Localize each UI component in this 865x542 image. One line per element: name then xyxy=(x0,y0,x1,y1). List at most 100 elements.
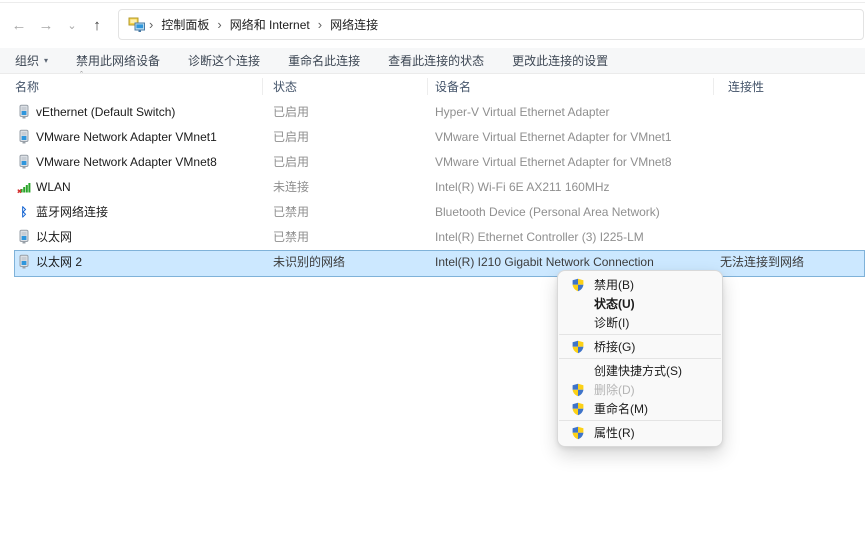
connection-row[interactable]: VMware Network Adapter VMnet1 已启用 VMware V… xyxy=(0,125,865,150)
menu-item-create-shortcut[interactable]: 创建快捷方式(S) xyxy=(558,361,722,380)
back-icon: ← xyxy=(12,17,27,34)
menu-item-label: 桥接(G) xyxy=(594,338,635,355)
connection-status: 未连接 xyxy=(273,175,309,200)
up-icon: ↑ xyxy=(93,17,101,34)
connection-status: 已启用 xyxy=(273,125,309,150)
toolbar-item-label: 组织 xyxy=(15,52,39,69)
toolbar-item-label: 查看此连接的状态 xyxy=(388,52,484,69)
network-connections-icon xyxy=(128,17,146,33)
connection-device: Hyper-V Virtual Ethernet Adapter xyxy=(435,100,610,125)
column-header-device[interactable]: 设备名 xyxy=(435,78,471,96)
uac-shield-icon xyxy=(570,401,585,416)
uac-shield-icon xyxy=(570,425,585,440)
column-divider[interactable] xyxy=(713,78,714,95)
connection-device: VMware Virtual Ethernet Adapter for VMne… xyxy=(435,125,672,150)
chevron-down-icon: ▾ xyxy=(44,56,48,65)
address-bar[interactable]: ›控制面板›网络和 Internet›网络连接 xyxy=(118,9,864,40)
menu-separator xyxy=(559,334,721,335)
menu-item-bridge[interactable]: 桥接(G) xyxy=(558,337,722,356)
ethernet-adapter-icon xyxy=(16,104,32,120)
toolbar-item-label: 重命名此连接 xyxy=(288,52,360,69)
connection-status: 已禁用 xyxy=(273,200,309,225)
breadcrumb: ›控制面板›网络和 Internet›网络连接 xyxy=(146,16,383,33)
menu-separator xyxy=(559,420,721,421)
connection-name: 蓝牙网络连接 xyxy=(36,200,108,225)
column-header-name[interactable]: 名称 xyxy=(15,78,39,96)
uac-shield-icon xyxy=(570,339,585,354)
connection-connectivity: 无法连接到网络 xyxy=(720,250,804,275)
ethernet-adapter-icon xyxy=(16,129,32,145)
connection-row[interactable]: ᛒ蓝牙网络连接 已禁用 Bluetooth Device (Personal Are… xyxy=(0,200,865,225)
command-bar: 组织 ▾ 禁用此网络设备 诊断这个连接 重命名此连接 查看此连接的状态 更改此连接的设置 xyxy=(0,48,865,74)
connection-status: 已启用 xyxy=(273,100,309,125)
connection-device: Intel(R) Wi-Fi 6E AX211 160MHz xyxy=(435,175,610,200)
menu-item-label: 创建快捷方式(S) xyxy=(594,362,682,379)
menu-item-status[interactable]: 状态(U) xyxy=(558,294,722,313)
toolbar-item-rename-connection[interactable]: 重命名此连接 xyxy=(274,52,374,69)
up-button[interactable]: ↑ xyxy=(84,12,110,38)
chevron-right-icon: › xyxy=(315,18,325,31)
menu-item-label: 重命名(M) xyxy=(594,400,648,417)
ethernet-adapter-icon xyxy=(16,229,32,245)
connection-name: WLAN xyxy=(36,175,71,200)
menu-item-label: 属性(R) xyxy=(594,424,635,441)
connection-status: 已启用 xyxy=(273,150,309,175)
sort-ascending-icon: ˆ xyxy=(80,70,83,80)
breadcrumb-item[interactable]: 网络连接 xyxy=(325,16,383,33)
menu-item-delete: 删除(D) xyxy=(558,380,722,399)
wifi-disconnected-icon xyxy=(16,179,32,195)
menu-item-label: 禁用(B) xyxy=(594,276,634,293)
column-divider[interactable] xyxy=(427,78,428,95)
connection-name: VMware Network Adapter VMnet1 xyxy=(36,125,217,150)
chevron-right-icon: › xyxy=(146,18,156,31)
menu-item-rename[interactable]: 重命名(M) xyxy=(558,399,722,418)
column-header-connectivity[interactable]: 连接性 xyxy=(728,78,764,96)
connection-row[interactable]: 以太网 已禁用 Intel(R) Ethernet Controller (3) I… xyxy=(0,225,865,250)
connection-device: VMware Virtual Ethernet Adapter for VMne… xyxy=(435,150,672,175)
forward-icon: → xyxy=(39,17,54,34)
connection-device: Intel(R) Ethernet Controller (3) I225-LM xyxy=(435,225,644,250)
connection-device: Bluetooth Device (Personal Area Network) xyxy=(435,200,660,225)
ethernet-adapter-icon xyxy=(16,154,32,170)
connection-row[interactable]: WLAN 未连接 Intel(R) Wi-Fi 6E AX211 160MHz xyxy=(0,175,865,200)
chevron-right-icon: › xyxy=(214,18,224,31)
menu-item-label: 状态(U) xyxy=(594,295,635,312)
toolbar-item-diagnose-connection[interactable]: 诊断这个连接 xyxy=(174,52,274,69)
connection-row[interactable]: VMware Network Adapter VMnet8 已启用 VMware V… xyxy=(0,150,865,175)
breadcrumb-item[interactable]: 控制面板 xyxy=(156,16,214,33)
connection-status: 已禁用 xyxy=(273,225,309,250)
breadcrumb-item[interactable]: 网络和 Internet xyxy=(225,16,315,33)
window-top-divider xyxy=(0,2,865,3)
menu-separator xyxy=(559,358,721,359)
connection-row[interactable]: vEthernet (Default Switch) 已启用 Hyper-V Vir… xyxy=(0,100,865,125)
connection-name: 以太网 xyxy=(36,225,72,250)
toolbar-item-organize[interactable]: 组织 ▾ xyxy=(0,52,62,69)
menu-item-label: 删除(D) xyxy=(594,381,635,398)
toolbar-item-label: 禁用此网络设备 xyxy=(76,52,160,69)
uac-shield-icon xyxy=(570,382,585,397)
connection-name: vEthernet (Default Switch) xyxy=(36,100,175,125)
context-menu: 禁用(B) 状态(U) 诊断(I) 桥接(G) 创建快捷方式(S) 删除(D) 重命名(M)… xyxy=(557,270,723,447)
menu-item-label: 诊断(I) xyxy=(594,314,629,331)
recent-locations-dropdown-button[interactable]: ⌄ xyxy=(59,12,85,38)
column-divider[interactable] xyxy=(262,78,263,95)
back-button[interactable]: ← xyxy=(6,12,32,38)
forward-button[interactable]: → xyxy=(33,12,59,38)
menu-item-disable[interactable]: 禁用(B) xyxy=(558,275,722,294)
toolbar-item-change-connection-settings[interactable]: 更改此连接的设置 xyxy=(498,52,622,69)
network-connections-window: ← → ⌄ ↑ ›控制面板›网络和 Internet›网络连接 组织▾禁用此网络… xyxy=(0,0,865,542)
menu-item-diagnose[interactable]: 诊断(I) xyxy=(558,313,722,332)
toolbar-item-disable-device[interactable]: 禁用此网络设备 xyxy=(62,52,174,69)
toolbar-item-label: 更改此连接的设置 xyxy=(512,52,608,69)
connection-status: 未识别的网络 xyxy=(273,250,345,275)
toolbar-item-view-connection-status[interactable]: 查看此连接的状态 xyxy=(374,52,498,69)
menu-item-properties[interactable]: 属性(R) xyxy=(558,423,722,442)
column-header-status[interactable]: 状态 xyxy=(273,78,297,96)
connection-name: 以太网 2 xyxy=(36,250,82,275)
ethernet-adapter-icon xyxy=(16,254,32,270)
toolbar-item-label: 诊断这个连接 xyxy=(188,52,260,69)
chevron-down-icon: ⌄ xyxy=(67,19,76,32)
bluetooth-icon: ᛒ xyxy=(16,204,32,220)
connection-name: VMware Network Adapter VMnet8 xyxy=(36,150,217,175)
connection-row[interactable]: 以太网 2未识别的网络Intel(R) I210 Gigabit Network… xyxy=(0,250,865,275)
